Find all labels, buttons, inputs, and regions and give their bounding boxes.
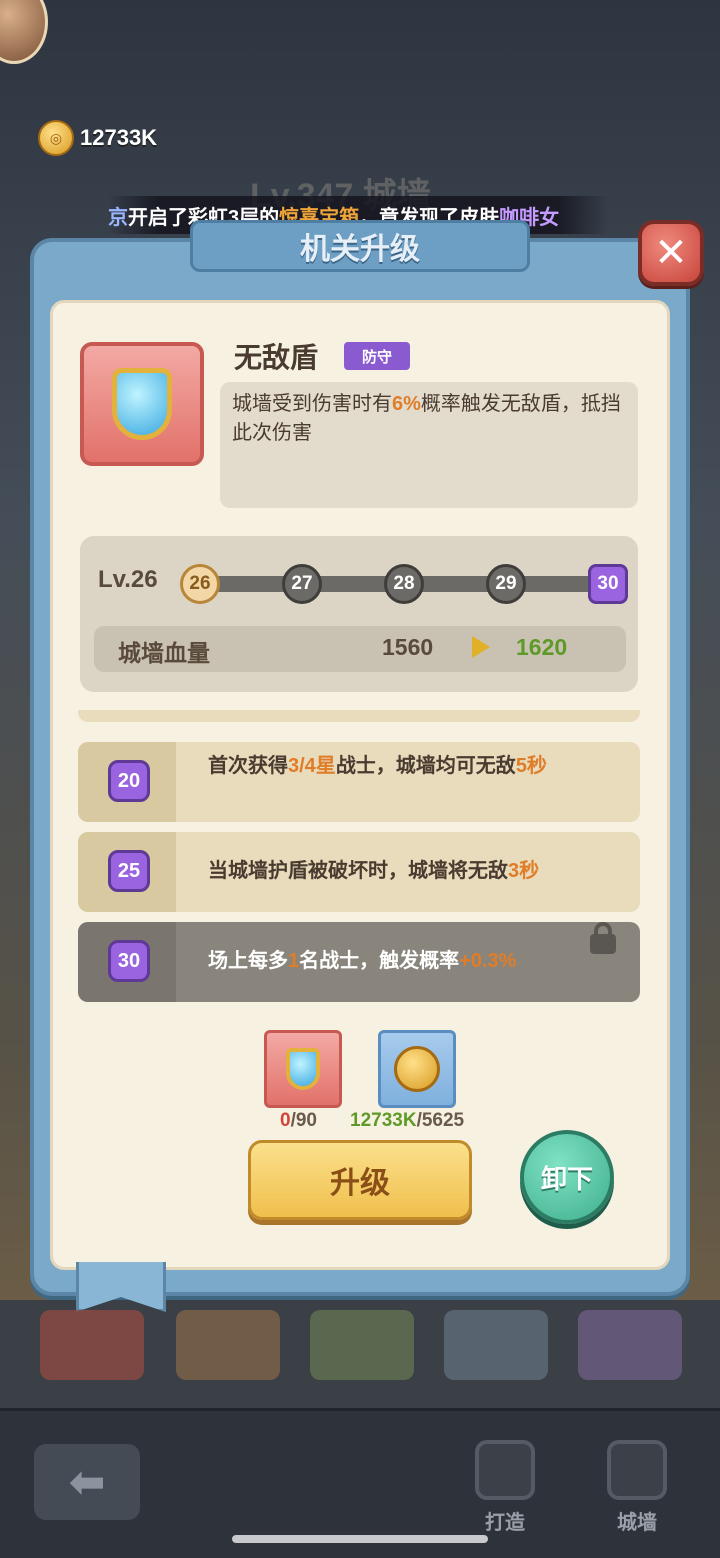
skill-name: 无敌盾 [234, 342, 319, 373]
ticker-prefix: 京 [108, 206, 128, 229]
equipment-slot-5[interactable] [578, 1310, 682, 1380]
close-button[interactable]: ✕ [638, 220, 704, 286]
stat-current-value: 1560 [382, 634, 434, 660]
perk-text: 首次获得3/4星战士，城墙均可无敌5秒 [208, 755, 547, 777]
equipment-slot-3[interactable] [310, 1310, 414, 1380]
currency-amount: 12733K [80, 125, 158, 150]
perk-list-clipped-row [78, 710, 640, 722]
castle-icon [607, 1440, 667, 1500]
level-node-max: 30 [588, 564, 628, 604]
nav-forge-label: 打造 [485, 1512, 525, 1534]
skill-tag: 防守 [344, 342, 410, 370]
equipment-slot-2[interactable] [176, 1310, 280, 1380]
current-level-label: Lv.26 [98, 566, 158, 593]
equipment-slot-1[interactable] [40, 1310, 144, 1380]
stat-next-value: 1620 [516, 634, 568, 660]
back-button[interactable]: ⬅ [34, 1444, 140, 1520]
perk-level-badge: 20 [108, 760, 150, 802]
desc-percent: 6% [392, 393, 421, 415]
desc-text-1: 城墙受到伤害时有 [232, 393, 392, 415]
perk-row: 25 当城墙护盾被破坏时，城墙将无敌3秒 [78, 832, 640, 912]
dialog-title: 机关升级 [190, 220, 530, 272]
perk-level-badge: 30 [108, 940, 150, 982]
level-node: 27 [282, 564, 322, 604]
perk-level-badge: 25 [108, 850, 150, 892]
gear-icon [475, 1440, 535, 1500]
equipment-slot-4[interactable] [444, 1310, 548, 1380]
nav-forge[interactable]: 打造 [460, 1440, 550, 1540]
shield-icon [286, 1048, 320, 1090]
skill-icon [80, 342, 204, 466]
arrow-left-icon: ⬅ [68, 1457, 106, 1507]
level-node: 29 [486, 564, 526, 604]
cost-coin-item[interactable] [378, 1030, 456, 1108]
perk-text: 当城墙护盾被破坏时，城墙将无敌3秒 [208, 860, 540, 882]
home-indicator [232, 1535, 488, 1543]
nav-wall[interactable]: 城墙 [592, 1440, 682, 1540]
lock-icon [588, 922, 618, 954]
cost-shield-amount: 0/90 [280, 1110, 317, 1131]
level-node: 28 [384, 564, 424, 604]
cost-shield-item[interactable] [264, 1030, 342, 1108]
arrow-right-icon [472, 636, 490, 658]
nav-wall-label: 城墙 [617, 1512, 657, 1534]
skill-description: 城墙受到伤害时有6%概率触发无敌盾，抵挡此次伤害 [220, 382, 638, 508]
coin-icon: ◎ [38, 120, 74, 156]
unload-button[interactable]: 卸下 [520, 1130, 614, 1224]
coin-icon [394, 1046, 440, 1092]
cost-coin-amount: 12733K/5625 [350, 1110, 465, 1131]
level-node-current: 26 [180, 564, 220, 604]
perk-row: 20 首次获得3/4星战士，城墙均可无敌5秒 [78, 742, 640, 822]
upgrade-button[interactable]: 升级 [248, 1140, 472, 1220]
shield-icon [112, 368, 172, 440]
perk-row-locked: 30 场上每多1名战士，触发概率+0.3% [78, 922, 640, 1002]
currency-bar: ◎ 12733K [38, 118, 157, 158]
close-icon: ✕ [654, 231, 688, 275]
stat-label: 城墙血量 [118, 640, 210, 666]
perk-text: 场上每多1名战士，触发概率+0.3% [208, 950, 517, 972]
